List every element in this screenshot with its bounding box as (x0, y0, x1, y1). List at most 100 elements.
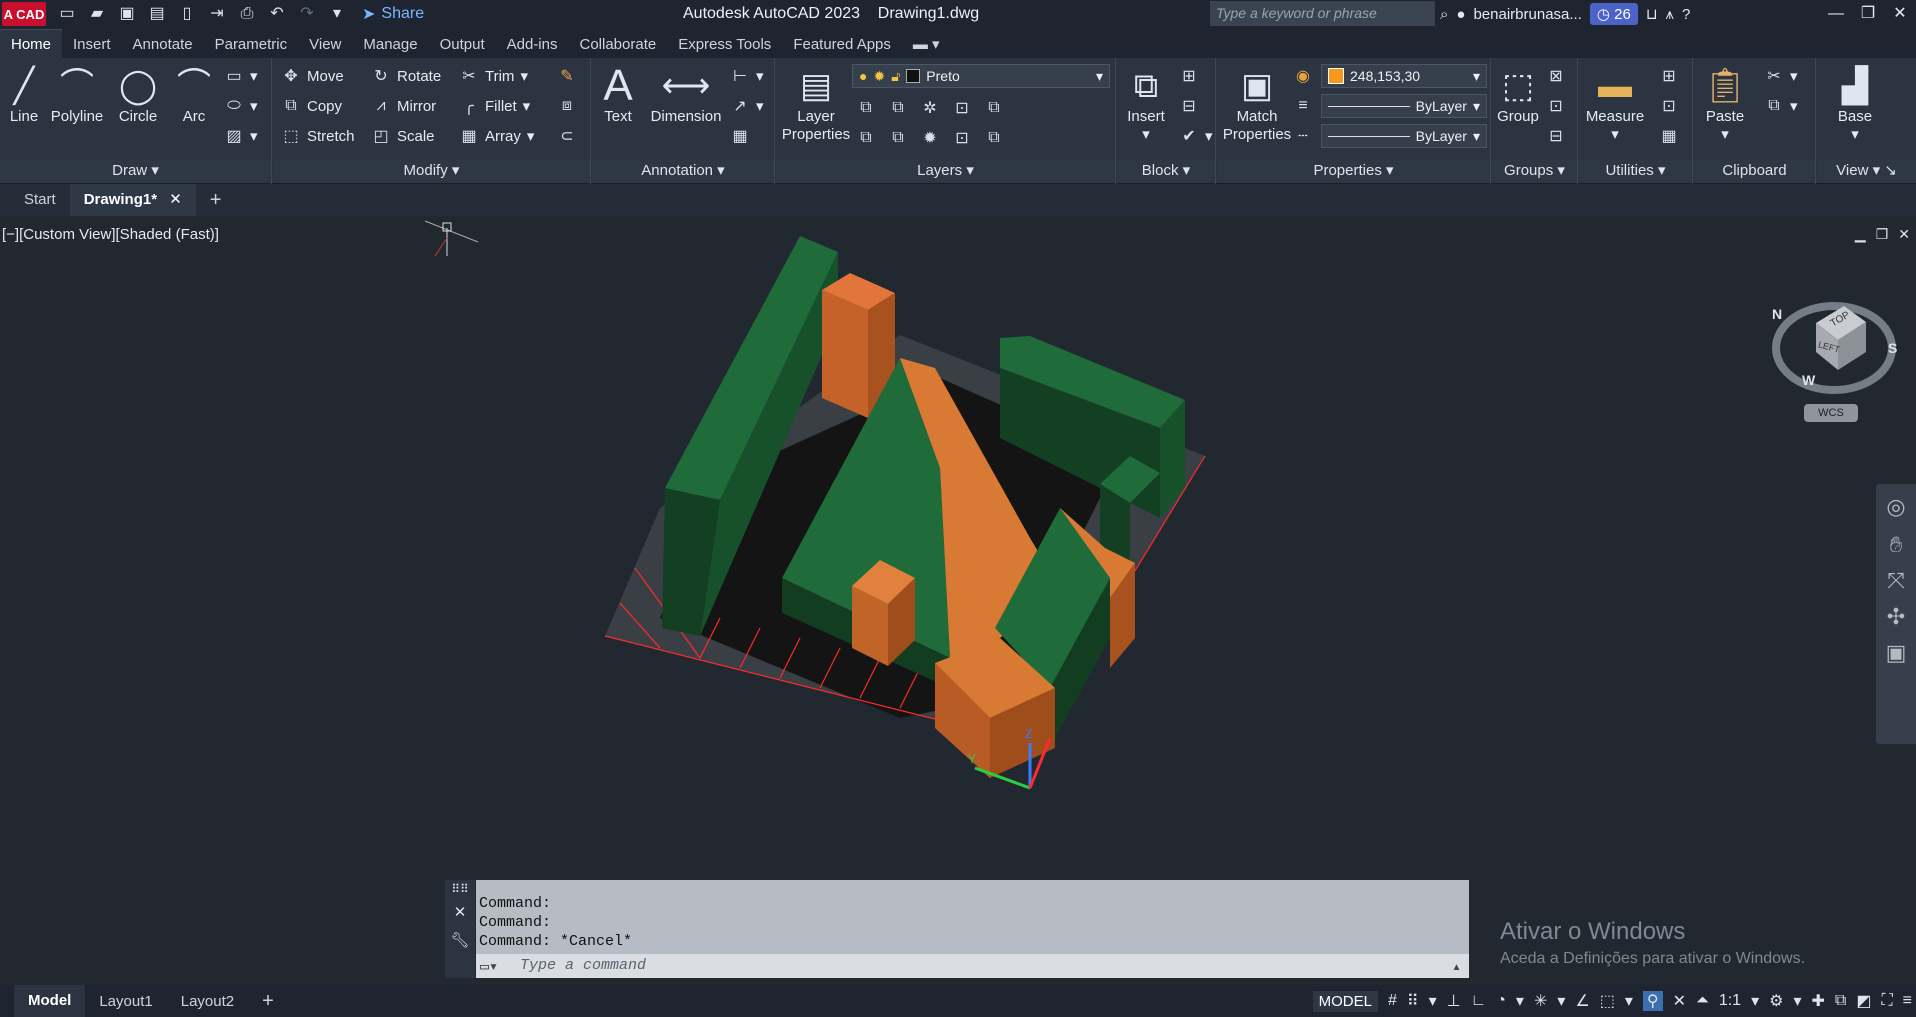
annotation-panel-title[interactable]: Annotation ▾ (592, 160, 774, 182)
restore-icon[interactable]: ❐ (1852, 0, 1884, 28)
modify-panel-title[interactable]: Modify ▾ (273, 160, 590, 182)
wrench-icon[interactable]: 🔧︎ (445, 931, 475, 949)
wcs-button[interactable]: WCS (1804, 404, 1858, 422)
share-button[interactable]: ➤ Share (362, 4, 424, 24)
annotation-visibility-icon[interactable]: ⚲ (1642, 991, 1663, 1011)
tab-view[interactable]: View (298, 30, 352, 58)
help-icon[interactable]: ? (1682, 6, 1690, 23)
tab-parametric[interactable]: Parametric (204, 30, 299, 58)
trim-button[interactable]: ✂ Trim ▾ (459, 66, 528, 86)
groups-panel-title[interactable]: Groups ▾ (1492, 160, 1577, 182)
move-button[interactable]: ✥ Move (281, 66, 343, 86)
tab-featured-apps[interactable]: Featured Apps (782, 30, 902, 58)
tab-collaborate[interactable]: Collaborate (568, 30, 667, 58)
polar-icon[interactable]: ◔ (1496, 992, 1506, 1010)
polyline-button[interactable]: ⌒ Polyline (48, 64, 106, 126)
tab-express-tools[interactable]: Express Tools (667, 30, 782, 58)
ellipse-button[interactable]: ⬭ ▾ (224, 96, 257, 116)
copy-button[interactable]: ⧉ Copy (281, 96, 342, 116)
close-icon[interactable]: ✕ (169, 191, 182, 208)
clean-screen-icon[interactable]: ⛶ (1881, 992, 1892, 1010)
ungroup-icon[interactable]: ⊠ (1546, 66, 1566, 86)
tab-add-ins[interactable]: Add-ins (496, 30, 569, 58)
plus-icon[interactable]: ✚ (1811, 991, 1824, 1011)
select-all-icon[interactable]: ⊡ (1659, 96, 1679, 116)
explode-button[interactable]: ⧈ (557, 96, 577, 116)
chevron-down-icon[interactable]: ▾ (1429, 991, 1437, 1011)
layout-tab-model[interactable]: Model (14, 985, 86, 1017)
tab-output[interactable]: Output (429, 30, 496, 58)
scale-button[interactable]: ◰ Scale (371, 126, 434, 146)
layer-unisolate-icon[interactable]: ⧉ (888, 128, 908, 148)
new-tab-button[interactable]: + (196, 184, 236, 216)
view-panel-title[interactable]: View ▾ ↘ (1817, 160, 1916, 182)
offset-button[interactable]: ⊂ (557, 126, 577, 146)
rotate-button[interactable]: ↻ Rotate (371, 66, 441, 86)
group-edit-icon[interactable]: ⊡ (1546, 96, 1566, 116)
open-web-icon[interactable]: ▯ (176, 4, 198, 24)
group-button[interactable]: ⬚ Group (1494, 64, 1542, 126)
app-store-icon[interactable]: ⩚ (1666, 6, 1674, 23)
command-input[interactable]: ▭▾ Type a command ▴ (476, 954, 1469, 978)
cut-icon[interactable]: ✂ ▾ (1764, 66, 1797, 86)
chevron-down-icon[interactable]: ▾ (1516, 991, 1524, 1011)
customize-dropdown-icon[interactable]: ▾ (326, 4, 348, 24)
open-folder-icon[interactable]: ▰ (86, 4, 108, 24)
table-button[interactable]: ▦ (730, 126, 750, 146)
copy-clip-icon[interactable]: ⧉ ▾ (1764, 96, 1797, 116)
object-snap-tracking-icon[interactable]: ∠ (1575, 991, 1589, 1011)
arc-button[interactable]: ⌒ Arc (172, 64, 216, 126)
mirror-button[interactable]: ⩘ Mirror (371, 96, 436, 116)
layer-on-icon[interactable]: ⧉ (856, 128, 876, 148)
attribute-icon[interactable]: ✔ ▾ (1179, 126, 1212, 146)
close-icon[interactable]: ✕ (1884, 0, 1916, 28)
lineweight-dropdown[interactable]: ByLayer ▾ (1321, 124, 1487, 148)
group-select-icon[interactable]: ⊟ (1546, 126, 1566, 146)
save-icon[interactable]: ▣ (116, 4, 138, 24)
object-snap-icon[interactable]: ⬚ (1600, 991, 1615, 1011)
color-wheel-icon[interactable]: ◉ (1293, 66, 1313, 86)
color-dropdown[interactable]: 248,153,30 ▾ (1321, 64, 1487, 88)
paste-button[interactable]: 📋︎ Paste ▾ (1700, 64, 1750, 144)
create-block-icon[interactable]: ⊞ (1179, 66, 1199, 86)
layer-unlock-icon[interactable]: ⊡ (952, 128, 972, 148)
command-prompt-icon[interactable]: ▭▾ (480, 957, 498, 976)
snap-icon[interactable]: ⠿ (1407, 991, 1419, 1011)
linetype-dropdown[interactable]: ByLayer ▾ (1321, 94, 1487, 118)
undo-icon[interactable]: ↶ (266, 4, 288, 24)
calculator-icon[interactable]: ▦ (1659, 126, 1679, 146)
chevron-down-icon[interactable]: ▾ (1625, 991, 1633, 1011)
fillet-button[interactable]: ╭ Fillet ▾ (459, 96, 530, 116)
properties-panel-title[interactable]: Properties ▾ (1217, 160, 1490, 182)
measure-button[interactable]: ▬ Measure ▾ (1583, 64, 1647, 144)
layer-dropdown[interactable]: ● ✹ 🔓︎ Preto ▾ (852, 64, 1110, 88)
chevron-down-icon[interactable]: ▾ (1793, 991, 1801, 1011)
grid-icon[interactable]: # (1388, 992, 1397, 1010)
cart-icon[interactable]: ⊔ (1646, 5, 1658, 23)
layer-thaw-icon[interactable]: ✹ (920, 128, 940, 148)
tab-manage[interactable]: Manage (352, 30, 428, 58)
redo-icon[interactable]: ↷ (296, 4, 318, 24)
orbit-icon[interactable]: ✣ (1876, 604, 1916, 630)
model-space-button[interactable]: MODEL (1312, 990, 1378, 1012)
ortho-icon[interactable]: ∟ (1471, 992, 1487, 1010)
edit-block-icon[interactable]: ⊟ (1179, 96, 1199, 116)
auto-scale-icon[interactable]: ✕ (1673, 991, 1686, 1011)
dimension-button[interactable]: ⟷ Dimension (648, 64, 724, 126)
base-button[interactable]: ▟ Base ▾ (1827, 64, 1883, 144)
viewcube-west-label[interactable]: W (1802, 372, 1815, 388)
layer-match-icon[interactable]: ⧉ (984, 98, 1004, 118)
array-button[interactable]: ▦ Array ▾ (459, 126, 534, 146)
grip-icon[interactable]: ⠿⠿ (445, 883, 475, 895)
showmotion-icon[interactable]: ▣ (1876, 640, 1916, 666)
save-as-icon[interactable]: ▤ (146, 4, 168, 24)
tab-annotate[interactable]: Annotate (122, 30, 204, 58)
text-button[interactable]: A Text (598, 64, 638, 126)
search-icon[interactable]: ⌕ (1440, 6, 1448, 23)
linear-dim-button[interactable]: ⊢ ▾ (730, 66, 764, 86)
erase-button[interactable]: ✎ (557, 66, 577, 86)
tab-home[interactable]: Home (0, 29, 63, 58)
viewcube[interactable]: TOP LEFT N S W WCS (1766, 288, 1906, 428)
publish-icon[interactable]: ⇥ (206, 4, 228, 24)
new-file-icon[interactable]: ▭ (56, 4, 78, 24)
